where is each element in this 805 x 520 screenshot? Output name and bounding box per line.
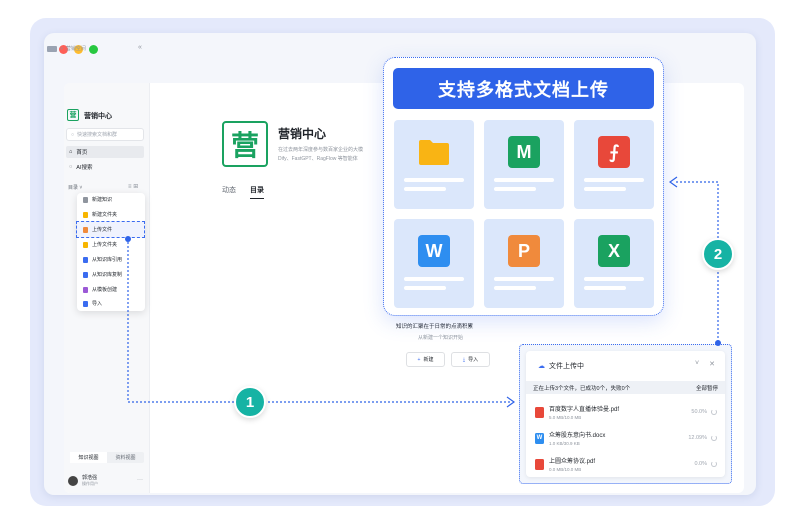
- arrow-left-icon: [668, 176, 678, 188]
- step-badge-1: 1: [234, 386, 266, 418]
- connector-line-1: [127, 238, 512, 403]
- connector-dot-2: [715, 340, 721, 346]
- step-badge-2: 2: [702, 238, 734, 270]
- connector-lines: [125, 176, 721, 408]
- connector-dot-1: [125, 236, 131, 242]
